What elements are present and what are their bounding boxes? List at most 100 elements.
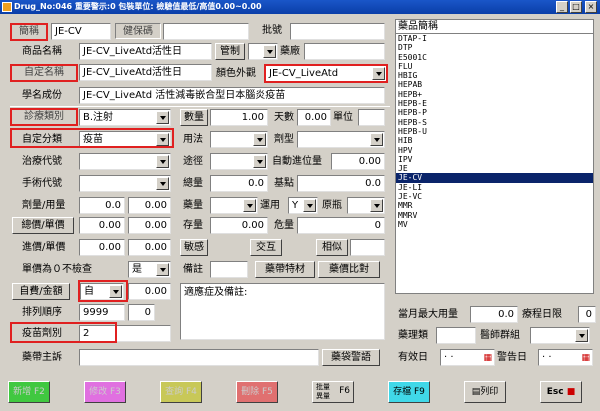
list-item[interactable]: E5001C bbox=[396, 53, 593, 62]
sensitive-button[interactable]: 敏感 bbox=[180, 239, 208, 256]
usage-amount-field[interactable]: 0.00 bbox=[128, 197, 171, 214]
similar-button[interactable]: 相似 bbox=[316, 239, 348, 256]
surgery-code-dropdown[interactable] bbox=[79, 175, 171, 192]
bag-warning-button[interactable]: 藥袋警語 bbox=[322, 349, 380, 366]
stock-field[interactable]: 0.00 bbox=[210, 217, 268, 234]
drug-list-items[interactable]: DTAP-I DTP E5001C FLU HBIG HEPAB HEPB+ HEPB-E HE… bbox=[396, 34, 593, 229]
list-item[interactable]: HIB bbox=[396, 136, 593, 145]
pharmacology-field[interactable] bbox=[436, 327, 476, 344]
list-item[interactable]: JE-CV bbox=[396, 173, 593, 183]
indication-label: 適應症及備註: bbox=[184, 287, 248, 298]
apply-dropdown[interactable]: Y bbox=[288, 197, 318, 214]
base-point-field[interactable]: 0.0 bbox=[297, 175, 385, 192]
add-button[interactable]: 新增 F2 bbox=[8, 381, 50, 403]
factory-field[interactable] bbox=[304, 43, 385, 60]
list-item[interactable]: HEPAB bbox=[396, 80, 593, 89]
original-bottle-dropdown[interactable] bbox=[347, 197, 385, 214]
purchase-unit-field[interactable]: 0.00 bbox=[128, 239, 171, 256]
usage-dropdown[interactable] bbox=[210, 131, 268, 148]
alert-date-label: 警告日 bbox=[497, 352, 527, 363]
price-compare-button[interactable]: 藥價比對 bbox=[318, 261, 380, 278]
quantity-field[interactable]: 1.00 bbox=[210, 109, 268, 126]
special-material-button[interactable]: 藥帶特材 bbox=[255, 261, 315, 278]
route-dropdown[interactable] bbox=[210, 153, 268, 170]
delete-button[interactable]: 刪除 F5 bbox=[236, 381, 278, 403]
alert-date-field[interactable]: · · ▦ bbox=[538, 349, 593, 366]
drug-qty-dropdown[interactable] bbox=[210, 197, 258, 214]
chevron-down-icon bbox=[156, 263, 169, 276]
batch-button[interactable]: 批量 異量 F6 bbox=[312, 381, 354, 403]
chevron-down-icon bbox=[156, 111, 169, 124]
list-item[interactable]: JE bbox=[396, 164, 593, 173]
manage-button[interactable]: 管制 bbox=[215, 43, 245, 60]
nhi-code-field[interactable] bbox=[163, 23, 249, 40]
drug-list[interactable]: 藥品簡稱 DTAP-I DTP E5001C FLU HBIG HEPAB HEPB+ HEP… bbox=[395, 19, 594, 294]
quantity-button[interactable]: 數量 bbox=[180, 109, 208, 126]
note-field[interactable] bbox=[210, 261, 248, 278]
list-item[interactable]: MV bbox=[396, 220, 593, 229]
sort-order-field[interactable]: 9999 bbox=[79, 304, 125, 321]
list-item[interactable]: MMRV bbox=[396, 211, 593, 220]
category-label: 診療類別 bbox=[10, 108, 78, 126]
interaction-button[interactable]: 交互 bbox=[250, 239, 282, 256]
calendar-icon[interactable]: ▦ bbox=[483, 351, 492, 365]
list-item[interactable]: JE-LI bbox=[396, 183, 593, 192]
zero-price-dropdown[interactable]: 是 bbox=[128, 261, 171, 278]
indication-field[interactable]: 適應症及備註: bbox=[180, 283, 385, 340]
list-item[interactable]: HEPB-E bbox=[396, 99, 593, 108]
treatment-code-dropdown[interactable] bbox=[79, 153, 171, 170]
dose-field[interactable]: 0.0 bbox=[79, 197, 125, 214]
purchase-price-field[interactable]: 0.00 bbox=[79, 239, 125, 256]
expiry-field[interactable]: · · ▦ bbox=[440, 349, 495, 366]
list-item[interactable]: FLU bbox=[396, 62, 593, 71]
self-pay-button[interactable]: 自費/金額 bbox=[12, 283, 70, 300]
bag-complaint-field[interactable] bbox=[79, 349, 319, 366]
max-monthly-field[interactable]: 0.0 bbox=[470, 306, 518, 323]
doctor-group-dropdown[interactable] bbox=[530, 327, 590, 344]
list-item[interactable]: MMR bbox=[396, 201, 593, 210]
days-field[interactable]: 0.00 bbox=[297, 109, 331, 126]
list-item[interactable]: JE-VC bbox=[396, 192, 593, 201]
safety-stock-field[interactable]: 0 bbox=[297, 217, 385, 234]
course-limit-field[interactable]: 0 bbox=[578, 306, 596, 323]
total-price-field[interactable]: 0.00 bbox=[79, 217, 125, 234]
form-dropdown[interactable] bbox=[297, 131, 385, 148]
list-item[interactable]: DTAP-I bbox=[396, 34, 593, 43]
ingredient-field[interactable]: JE-CV_LiveAtd 活性減毒嵌合型日本腦炎疫苗 bbox=[79, 87, 385, 104]
calendar-icon[interactable]: ▦ bbox=[581, 351, 590, 365]
color-dropdown[interactable]: JE-CV_LiveAtd bbox=[264, 64, 388, 83]
maximize-button[interactable]: □ bbox=[570, 1, 582, 13]
batch-key: F6 bbox=[339, 386, 350, 396]
unit-price-field[interactable]: 0.00 bbox=[128, 217, 171, 234]
list-item[interactable]: HEPB-S bbox=[396, 118, 593, 127]
product-name-field[interactable]: JE-CV_LiveAtd活性日 bbox=[79, 43, 212, 60]
similar-field[interactable] bbox=[350, 239, 385, 256]
self-pay-amount-field[interactable]: 0.00 bbox=[128, 283, 171, 300]
query-button[interactable]: 查詢 F4 bbox=[160, 381, 202, 403]
auto-round-field[interactable]: 0.00 bbox=[331, 153, 385, 170]
manage-dropdown[interactable] bbox=[248, 43, 278, 60]
minimize-button[interactable]: _ bbox=[556, 1, 568, 13]
category-dropdown[interactable]: B.注射 bbox=[79, 109, 171, 126]
list-item[interactable]: HPV bbox=[396, 146, 593, 155]
sort-sub-field[interactable]: 0 bbox=[128, 304, 155, 321]
list-item[interactable]: HEPB+ bbox=[396, 90, 593, 99]
close-button[interactable]: × bbox=[585, 1, 597, 13]
custom-name-field[interactable]: JE-CV_LiveAtd活性日 bbox=[79, 64, 212, 81]
code-field[interactable]: JE-CV bbox=[51, 23, 111, 40]
list-item[interactable]: HBIG bbox=[396, 71, 593, 80]
print-button[interactable]: ▤列印 bbox=[464, 381, 506, 403]
unit-field[interactable] bbox=[358, 109, 385, 126]
escape-button[interactable]: Esc ■ bbox=[540, 381, 582, 403]
color-label: 顏色外觀 bbox=[216, 68, 256, 79]
list-item[interactable]: DTP bbox=[396, 43, 593, 52]
save-button[interactable]: 存檔 F9 bbox=[388, 381, 430, 403]
total-field[interactable]: 0.0 bbox=[210, 175, 268, 192]
total-price-button[interactable]: 總價/單價 bbox=[12, 217, 74, 234]
list-item[interactable]: HEPB-U bbox=[396, 127, 593, 136]
approval-field[interactable] bbox=[290, 23, 385, 40]
list-item[interactable]: HEPB-P bbox=[396, 108, 593, 117]
edit-button[interactable]: 修改 F3 bbox=[84, 381, 126, 403]
list-item[interactable]: IPV bbox=[396, 155, 593, 164]
expiry-value: · · bbox=[444, 352, 454, 363]
